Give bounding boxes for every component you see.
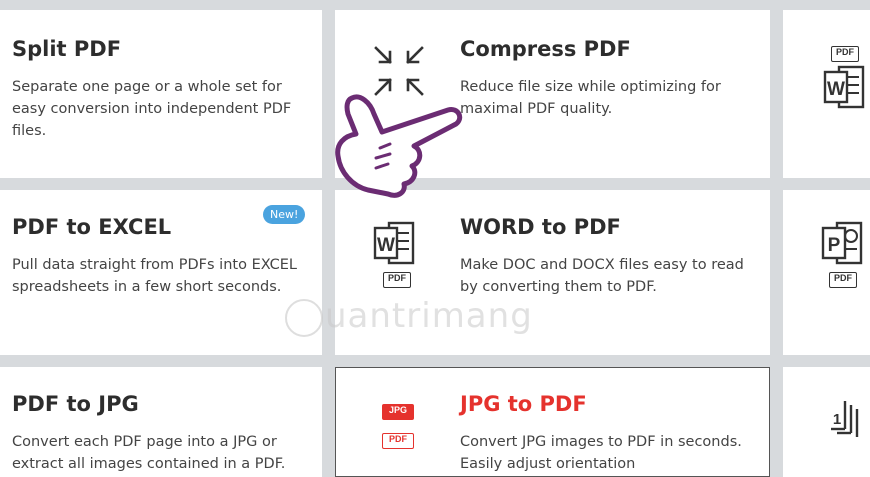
tool-card-pdf-to-excel[interactable]: New! PDF to EXCEL Pull data straight fro… [0,190,322,355]
page-numbers-icon: 1 [831,401,859,437]
tool-card-ppt-to-pdf[interactable]: P PDF [783,190,870,355]
card-title: WORD to PDF [460,215,621,239]
card-title: Compress PDF [460,37,631,61]
tool-card-split-pdf[interactable]: Split PDF Separate one page or a whole s… [0,10,322,178]
svg-text:1: 1 [833,411,841,428]
word-doc-icon: W [373,221,415,265]
card-title: PDF to EXCEL [12,215,172,239]
card-description: Convert JPG images to PDF in seconds. Ea… [460,434,742,472]
watermark: uantrimang [285,296,533,337]
tool-card-jpg-to-pdf[interactable]: JPG PDF JPG to PDF Convert JPG images to… [335,367,770,477]
card-description: Make DOC and DOCX files easy to read by … [460,257,744,295]
tool-card-pdf-to-jpg[interactable]: PDF to JPG Convert each PDF page into a … [0,367,322,477]
jpg-label-icon: JPG [382,404,414,420]
tool-card-page-numbers[interactable]: 1 [783,367,870,477]
pdf-label-icon: PDF [831,46,859,62]
card-description: Separate one page or a whole set for eas… [12,79,292,139]
card-title: Split PDF [12,37,122,61]
watermark-logo-icon [285,298,323,337]
card-description: Convert each PDF page into a JPG or extr… [12,434,286,472]
pdf-label-icon: PDF [382,433,414,449]
svg-text:P: P [828,235,841,256]
card-title: PDF to JPG [12,392,139,416]
card-description: Reduce file size while optimizing for ma… [460,79,721,117]
svg-text:W: W [377,235,395,256]
powerpoint-doc-icon: P [821,221,863,265]
card-description: Pull data straight from PDFs into EXCEL … [12,257,297,295]
pointing-hand-icon [335,94,463,198]
svg-text:W: W [827,79,845,100]
card-title: JPG to PDF [460,392,587,416]
pdf-label-icon: PDF [383,272,411,288]
new-badge: New! [263,205,306,224]
word-doc-icon: W [823,65,865,109]
tool-card-pdf-to-word[interactable]: PDF W [783,10,870,178]
pdf-label-icon: PDF [829,272,857,288]
